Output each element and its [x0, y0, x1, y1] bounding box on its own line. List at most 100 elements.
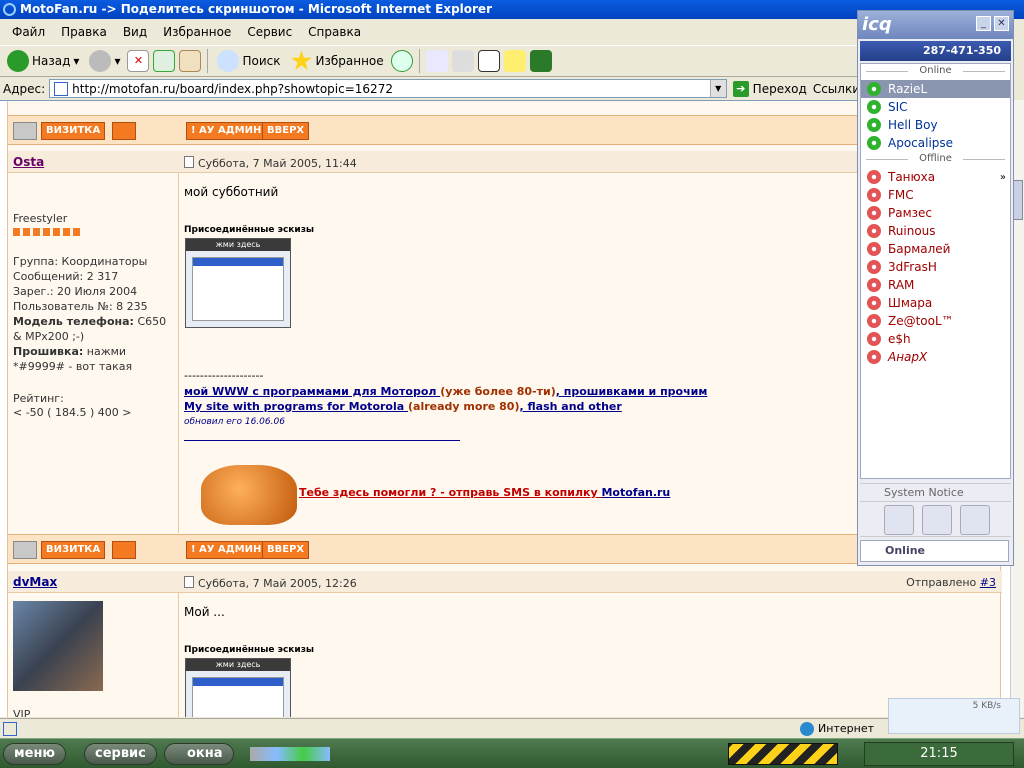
contact-item[interactable]: Бармалей: [861, 240, 1010, 258]
icq-number[interactable]: 287-471-350: [860, 41, 1011, 61]
links-label[interactable]: Ссылки: [813, 82, 860, 96]
hazard-stripes: [728, 743, 838, 765]
edit-icon[interactable]: [477, 50, 500, 72]
page-icon: [54, 81, 69, 96]
up-button[interactable]: ВВЕРХ: [262, 541, 310, 559]
contact-item[interactable]: Ruinous: [861, 222, 1010, 240]
forward-arrow-icon: [89, 50, 112, 72]
service-button[interactable]: сервис: [84, 743, 157, 765]
services-icon[interactable]: [884, 505, 914, 535]
icq-window[interactable]: icq _ ✕ 287-471-350 Online RazieL SIC He…: [857, 10, 1014, 566]
flower-offline-icon: [867, 224, 881, 238]
contact-item[interactable]: RAM: [861, 276, 1010, 294]
clock[interactable]: 21:15: [864, 742, 1014, 766]
pm-icon[interactable]: [112, 122, 136, 140]
menu-tools[interactable]: Сервис: [239, 25, 300, 39]
minimize-icon[interactable]: _: [976, 16, 991, 31]
user-info: Группа: Координаторы Сообщений: 2 317 За…: [13, 254, 173, 374]
status-bar: Интернет: [0, 718, 1024, 738]
pm-icon[interactable]: [112, 541, 136, 559]
search-button[interactable]: Поиск: [214, 47, 283, 75]
contact-item[interactable]: RazieL: [861, 80, 1010, 98]
up-button[interactable]: ВВЕРХ: [262, 122, 310, 140]
chevron-down-icon[interactable]: ▼: [709, 80, 726, 97]
address-input[interactable]: http://motofan.ru/board/index.php?showto…: [49, 79, 727, 98]
avatar: [13, 601, 103, 691]
report-button[interactable]: ! AУ АДМИН: [186, 122, 267, 140]
contact-name: 3dFrasH: [888, 260, 937, 274]
favorites-button[interactable]: Избранное: [288, 47, 387, 75]
address-bar: Адрес: http://motofan.ru/board/index.php…: [0, 78, 860, 99]
icq-title-bar[interactable]: icq _ ✕: [858, 11, 1013, 39]
status-selector[interactable]: Online: [860, 540, 1009, 562]
sig-link-ru-end[interactable]: , прошивками и прочим: [556, 385, 708, 398]
globe-icon: [800, 721, 815, 736]
online-group-header[interactable]: Online: [861, 64, 1010, 80]
sms-line[interactable]: Тебе здесь помогли ? - отправь SMS в коп…: [299, 486, 670, 499]
notes-icon[interactable]: [503, 50, 526, 72]
card-button[interactable]: ВИЗИТКА: [41, 541, 106, 559]
menu-view[interactable]: Вид: [115, 25, 155, 39]
signature-line-1[interactable]: мой WWW с программами для Моторол (уже б…: [184, 385, 707, 398]
rating-value[interactable]: < -50 ( 184.5 ) 400 >: [13, 405, 131, 420]
contact-item[interactable]: АнарХ: [861, 348, 1010, 366]
contact-item[interactable]: SIC: [861, 98, 1010, 116]
go-button[interactable]: ➔ Переход: [732, 80, 807, 97]
contact-item[interactable]: e$h: [861, 330, 1010, 348]
signature-line-2[interactable]: My site with programs for Motorola (alre…: [184, 400, 622, 413]
expand-icon[interactable]: »: [1000, 172, 1006, 183]
post-author[interactable]: dvMax: [13, 575, 57, 589]
address-url: http://motofan.ru/board/index.php?showto…: [72, 81, 393, 96]
menu-edit[interactable]: Правка: [53, 25, 115, 39]
contact-item[interactable]: Рамзес: [861, 204, 1010, 222]
add-contact-icon[interactable]: [960, 505, 990, 535]
offline-icon: [13, 541, 37, 559]
windows-button[interactable]: окна: [164, 743, 234, 765]
report-button[interactable]: ! AУ АДМИН: [186, 541, 267, 559]
contact-item[interactable]: Apocalipse: [861, 134, 1010, 152]
forward-button[interactable]: ▾: [86, 47, 123, 75]
contact-item[interactable]: FMC: [861, 186, 1010, 204]
sig-link-ru[interactable]: мой WWW с программами для Моторол: [184, 385, 440, 398]
sig-link-en-end[interactable]: , flash and other: [520, 400, 622, 413]
history-icon[interactable]: [390, 50, 413, 72]
quicklaunch-icons[interactable]: [250, 747, 330, 761]
attachment-thumbnail[interactable]: жми здесь: [185, 658, 291, 717]
screenshot-thumb-image: [192, 677, 284, 717]
menu-help[interactable]: Справка: [300, 25, 369, 39]
post-date: Суббота, 7 Май 2005, 11:44: [184, 156, 357, 170]
flower-online-icon: [867, 82, 881, 96]
attachment-thumbnail[interactable]: жми здесь: [185, 238, 291, 328]
coin-purse-icon: [201, 465, 297, 525]
home-icon[interactable]: [179, 50, 202, 72]
post-number-link[interactable]: #3: [980, 576, 996, 589]
sms-link[interactable]: Motofan.ru: [601, 486, 670, 499]
user-firmware: Прошивка: нажми *#9999# - вот такая: [13, 344, 173, 374]
contact-name: RazieL: [888, 82, 928, 96]
find-user-icon[interactable]: [922, 505, 952, 535]
back-button[interactable]: Назад ▾: [4, 47, 82, 75]
contact-item[interactable]: Шмара: [861, 294, 1010, 312]
close-icon[interactable]: ✕: [994, 16, 1009, 31]
go-label: Переход: [752, 81, 807, 96]
stop-icon[interactable]: ✕: [127, 50, 150, 72]
menu-favorites[interactable]: Избранное: [155, 25, 239, 39]
icq-toolbar-icon[interactable]: [529, 50, 552, 72]
sig-link-en[interactable]: My site with programs for Motorola: [184, 400, 408, 413]
contact-item[interactable]: Ze@tooL™: [861, 312, 1010, 330]
system-notice[interactable]: System Notice: [860, 483, 1011, 501]
mail-icon[interactable]: [425, 50, 448, 72]
star-icon: [290, 50, 313, 71]
toolbar-separator: [418, 49, 420, 73]
start-menu-button[interactable]: меню: [3, 743, 67, 765]
contact-item[interactable]: 3dFrasH: [861, 258, 1010, 276]
print-icon[interactable]: [451, 50, 474, 72]
post-author[interactable]: Osta: [13, 155, 44, 169]
offline-group-header[interactable]: Offline: [861, 152, 1010, 168]
refresh-icon[interactable]: [153, 50, 176, 72]
menu-file[interactable]: Файл: [4, 25, 53, 39]
rating-label: Рейтинг:: [13, 392, 64, 405]
contact-item[interactable]: Hell Boy: [861, 116, 1010, 134]
card-button[interactable]: ВИЗИТКА: [41, 122, 106, 140]
contact-item[interactable]: Танюха »: [861, 168, 1010, 186]
